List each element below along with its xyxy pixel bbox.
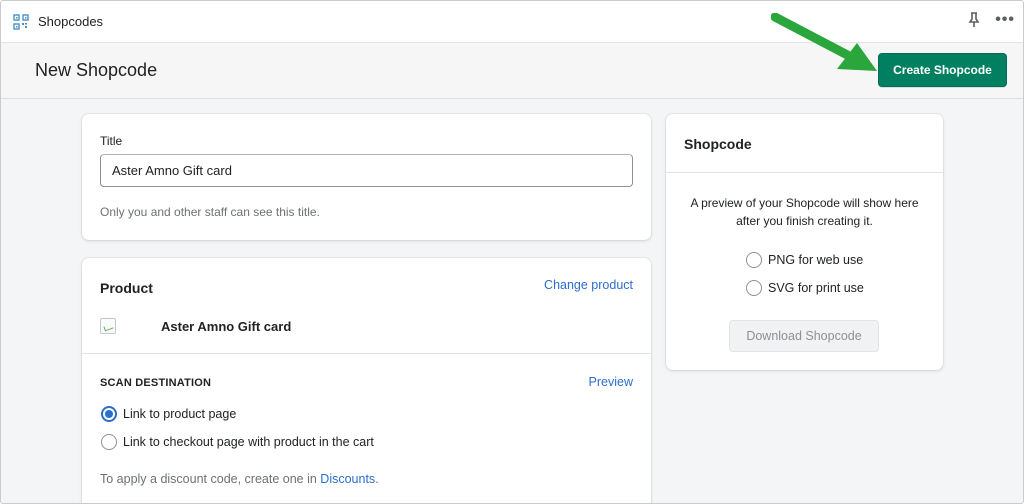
pin-icon[interactable] [967,12,981,28]
discount-help-text: To apply a discount code, create one in … [100,472,379,486]
title-input[interactable] [100,154,633,187]
app-name: Shopcodes [38,14,104,29]
product-name: Aster Amno Gift card [161,319,292,334]
shopcode-preview-text: A preview of your Shopcode will show her… [690,196,919,228]
app-bar-actions: ••• [967,12,1015,28]
product-heading: Product [100,280,153,296]
scan-destination-heading: SCAN DESTINATION [100,377,212,389]
option-checkout-page[interactable]: Link to checkout page with product in th… [101,434,374,450]
more-icon[interactable]: ••• [995,12,1015,28]
format-svg[interactable]: SVG for print use [746,280,864,296]
radio-png[interactable] [746,252,762,268]
app-frame: Shopcodes ••• New Shopcode Create Shopco… [0,0,1024,504]
discount-prefix: To apply a discount code, create one in [100,472,317,486]
create-shopcode-button[interactable]: Create Shopcode [878,53,1007,87]
format-png[interactable]: PNG for web use [746,252,863,268]
title-label: Title [100,134,123,148]
discount-suffix: . [375,472,379,486]
discounts-link[interactable]: Discounts [320,472,375,486]
radio-svg[interactable] [746,280,762,296]
shopcode-card: Shopcode A preview of your Shopcode will… [666,114,943,370]
preview-link[interactable]: Preview [589,375,633,389]
radio-product-page[interactable] [101,406,117,422]
qr-code-icon [13,13,29,30]
divider [666,172,943,173]
title-help-text: Only you and other staff can see this ti… [100,205,320,219]
download-shopcode-button[interactable]: Download Shopcode [729,320,879,352]
shopcode-heading: Shopcode [684,136,752,152]
option-product-page[interactable]: Link to product page [101,406,236,422]
product-card: Product Change product Aster Amno Gift c… [82,258,651,503]
green-arrow-icon [771,13,877,71]
change-product-link[interactable]: Change product [544,278,633,292]
divider [82,353,651,354]
option-label: Link to checkout page with product in th… [123,435,374,449]
product-image [100,318,116,334]
radio-checkout-page[interactable] [101,434,117,450]
format-label: SVG for print use [768,281,864,295]
page-title: New Shopcode [35,60,158,80]
format-label: PNG for web use [768,253,864,267]
option-label: Link to product page [123,407,237,421]
title-card: Title Only you and other staff can see t… [82,114,651,240]
